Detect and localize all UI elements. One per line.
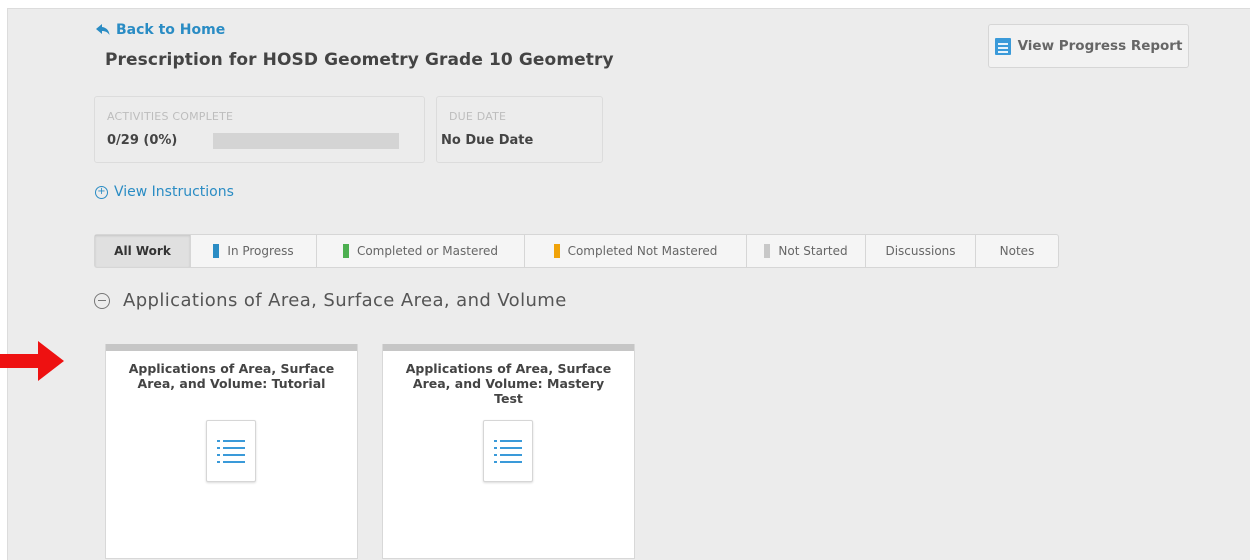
view-instructions-link[interactable]: + View Instructions	[95, 184, 234, 200]
tab-label: Discussions	[885, 244, 956, 258]
tab-all-work[interactable]: All Work	[95, 235, 191, 267]
report-icon	[994, 37, 1011, 55]
list-icon	[483, 420, 533, 482]
tab-label: All Work	[114, 244, 171, 258]
activities-progress-bar	[213, 133, 399, 149]
collapse-minus-icon	[94, 292, 110, 309]
view-progress-report-button[interactable]: View Progress Report	[988, 24, 1189, 68]
not-mastered-swatch	[553, 244, 560, 258]
activities-complete-panel: ACTIVITIES COMPLETE 0/29 (0%)	[94, 96, 425, 163]
tab-notes[interactable]: Notes	[976, 235, 1058, 267]
completed-swatch	[342, 244, 349, 258]
tab-label: Not Started	[778, 244, 848, 258]
activities-complete-label: ACTIVITIES COMPLETE	[107, 110, 234, 123]
back-arrow-icon	[96, 24, 110, 35]
list-icon	[206, 420, 256, 482]
card-status-bar	[106, 344, 357, 351]
tab-not-started[interactable]: Not Started	[747, 235, 866, 267]
due-date-value: No Due Date	[441, 133, 534, 148]
card-title: Applications of Area, Surface Area, and …	[128, 361, 335, 391]
view-progress-report-label: View Progress Report	[1017, 38, 1183, 54]
tab-label: Notes	[999, 244, 1035, 258]
section-toggle[interactable]: Applications of Area, Surface Area, and …	[94, 290, 567, 311]
in-progress-swatch	[213, 244, 220, 258]
expand-plus-icon: +	[95, 185, 108, 199]
card-status-bar	[383, 344, 634, 351]
page-title: Prescription for HOSD Geometry Grade 10 …	[105, 50, 614, 70]
tab-in-progress[interactable]: In Progress	[191, 235, 317, 267]
tab-label: Completed or Mastered	[356, 244, 499, 258]
tab-completed-not-mastered[interactable]: Completed Not Mastered	[525, 235, 747, 267]
not-started-swatch	[764, 244, 771, 258]
back-to-home-label: Back to Home	[116, 22, 226, 38]
view-instructions-label: View Instructions	[114, 184, 234, 200]
back-to-home-link[interactable]: Back to Home	[96, 22, 225, 38]
activity-card-tutorial[interactable]: Applications of Area, Surface Area, and …	[105, 344, 358, 559]
tab-label: Completed Not Mastered	[567, 244, 718, 258]
work-filter-tabs: All Work In Progress Completed or Master…	[94, 234, 1059, 268]
tab-completed-or-mastered[interactable]: Completed or Mastered	[317, 235, 525, 267]
red-arrow-icon	[0, 341, 64, 381]
section-title: Applications of Area, Surface Area, and …	[123, 290, 567, 311]
due-date-panel: DUE DATE No Due Date	[436, 96, 603, 163]
card-title: Applications of Area, Surface Area, and …	[405, 361, 612, 406]
due-date-label: DUE DATE	[449, 110, 507, 123]
tab-label: In Progress	[227, 244, 294, 258]
activity-card-mastery-test[interactable]: Applications of Area, Surface Area, and …	[382, 344, 635, 559]
activities-complete-value: 0/29 (0%)	[107, 133, 178, 148]
tab-discussions[interactable]: Discussions	[866, 235, 976, 267]
